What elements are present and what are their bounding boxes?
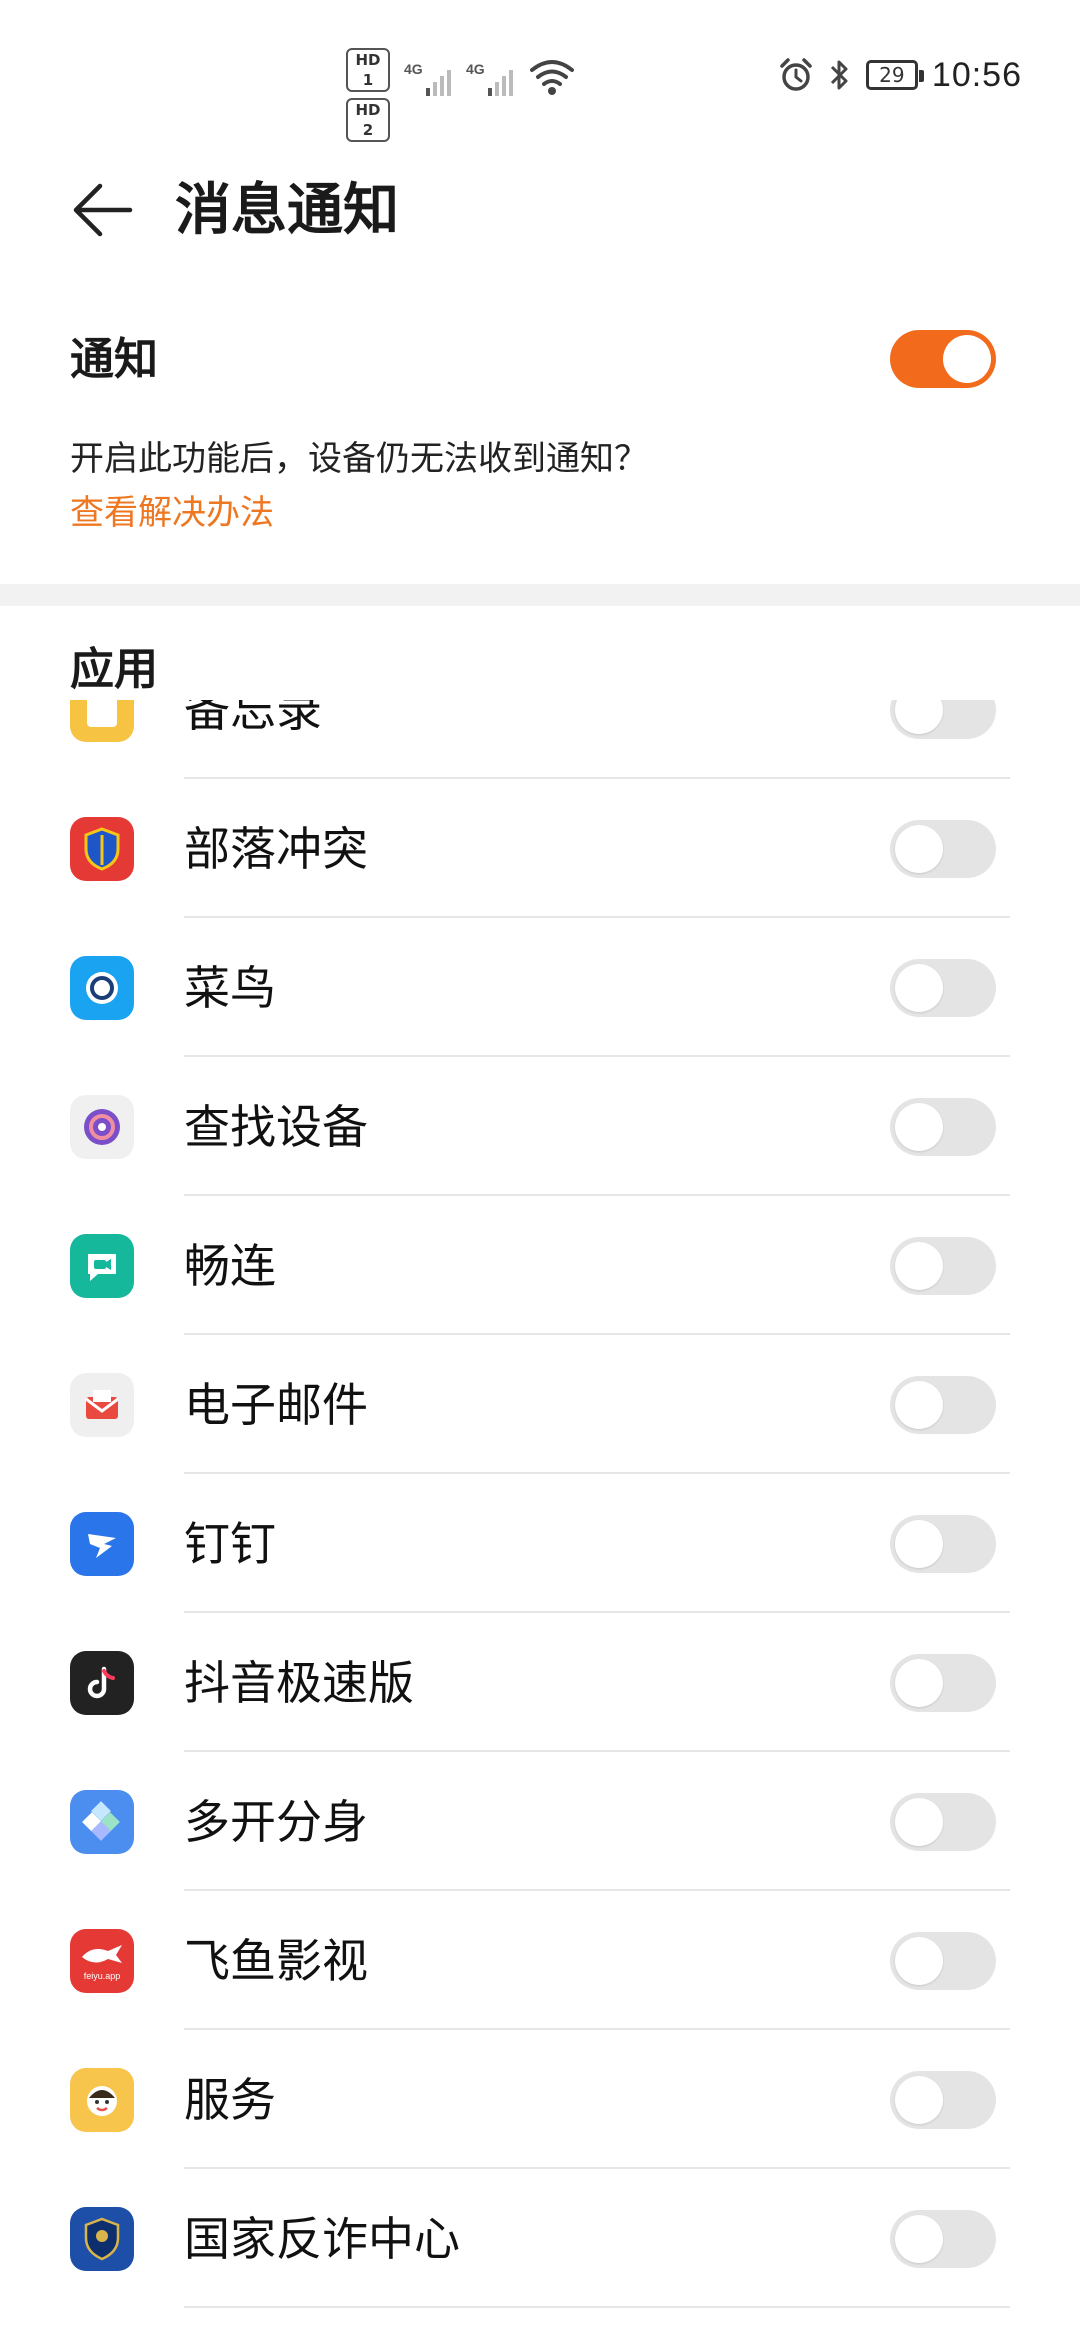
- app-switch[interactable]: [890, 1098, 996, 1156]
- app-name: 部落冲突: [184, 822, 368, 876]
- signal-icon: 4G: [404, 61, 451, 96]
- list-item[interactable]: 电子邮件: [0, 1335, 1080, 1474]
- douyin-lite-icon: [70, 1651, 134, 1715]
- feiyu-video-icon: feiyu.app: [70, 1929, 134, 1993]
- app-switch[interactable]: [890, 1515, 996, 1573]
- switch-knob: [895, 1242, 943, 1290]
- list-item[interactable]: feiyu.app 飞鱼影视: [0, 1891, 1080, 2030]
- list-item[interactable]: 抖音极速版: [0, 1613, 1080, 1752]
- title-bar: 消息通知: [0, 150, 1080, 270]
- section-divider: [0, 584, 1080, 606]
- email-icon: [70, 1373, 134, 1437]
- clash-of-clans-icon: [70, 817, 134, 881]
- notification-label: 通知: [70, 334, 158, 385]
- list-item[interactable]: 查找设备: [0, 1057, 1080, 1196]
- switch-knob: [943, 335, 991, 383]
- cainiao-icon: [70, 956, 134, 1020]
- feiyu-icon-text: feiyu.app: [83, 1971, 121, 1981]
- app-switch[interactable]: [890, 820, 996, 878]
- status-right: 29 10:56: [778, 50, 1022, 100]
- app-switch[interactable]: [890, 1376, 996, 1434]
- signal-icon-2: 4G: [466, 61, 513, 96]
- switch-knob: [895, 1381, 943, 1429]
- switch-knob: [895, 964, 943, 1012]
- app-name: 畅连: [184, 1239, 276, 1293]
- net1-label: 4G: [404, 61, 423, 77]
- app-switch[interactable]: [890, 700, 996, 739]
- notification-toggle-row[interactable]: 通知: [0, 310, 1080, 410]
- app-name: 服务: [184, 2073, 276, 2127]
- battery-icon: 29: [865, 60, 924, 90]
- list-item[interactable]: 菜鸟: [0, 918, 1080, 1057]
- app-switch[interactable]: [890, 959, 996, 1017]
- switch-knob: [895, 1937, 943, 1985]
- wifi-icon: [530, 60, 574, 95]
- app-switch[interactable]: [890, 1932, 996, 1990]
- switch-knob: [895, 1659, 943, 1707]
- dingtalk-icon: [70, 1512, 134, 1576]
- list-item[interactable]: 服务: [0, 2030, 1080, 2169]
- switch-knob: [895, 825, 943, 873]
- help-link[interactable]: 查看解决办法: [70, 490, 274, 536]
- list-item[interactable]: 备忘录: [0, 700, 1080, 779]
- app-name: 多开分身: [184, 1795, 368, 1849]
- app-name: 钉钉: [184, 1517, 276, 1571]
- notification-master-switch[interactable]: [890, 330, 996, 388]
- multi-space-icon: [70, 1790, 134, 1854]
- alarm-icon: [780, 58, 812, 91]
- list-item[interactable]: 国家反诈中心: [0, 2169, 1080, 2308]
- list-item[interactable]: 畅连: [0, 1196, 1080, 1335]
- app-name: 查找设备: [184, 1100, 368, 1154]
- battery-level: 29: [879, 63, 905, 87]
- list-item[interactable]: 多开分身: [0, 1752, 1080, 1891]
- app-name: 电子邮件: [184, 1378, 368, 1432]
- anti-fraud-icon: [70, 2207, 134, 2271]
- app-name: 菜鸟: [184, 961, 276, 1015]
- app-switch[interactable]: [890, 1793, 996, 1851]
- switch-knob: [895, 2076, 943, 2124]
- meetime-icon: [70, 1234, 134, 1298]
- switch-knob: [895, 1103, 943, 1151]
- sim2-hd-badge: HD 2: [346, 98, 390, 142]
- switch-knob: [895, 700, 943, 734]
- app-switch[interactable]: [890, 2071, 996, 2129]
- app-name: 国家反诈中心: [184, 2212, 460, 2266]
- sim1-hd-badge: HD 1: [346, 48, 390, 92]
- find-device-icon: [70, 1095, 134, 1159]
- apps-section-title: 应用: [70, 644, 158, 695]
- app-name: 抖音极速版: [184, 1656, 414, 1710]
- app-name: 备忘录: [184, 700, 322, 737]
- sim-indicators: HD 1 HD 2: [346, 48, 390, 142]
- app-switch[interactable]: [890, 1237, 996, 1295]
- app-switch[interactable]: [890, 1654, 996, 1712]
- app-list[interactable]: 备忘录 部落冲突 菜鸟 查找设备 畅连 电子邮件 钉钉 抖音极速版 多开分身 f…: [0, 700, 1080, 2340]
- app-switch[interactable]: [890, 2210, 996, 2268]
- status-time: 10:56: [931, 55, 1022, 94]
- switch-knob: [895, 1798, 943, 1846]
- memo-icon: [70, 700, 134, 742]
- switch-knob: [895, 2215, 943, 2263]
- list-item[interactable]: 钉钉: [0, 1474, 1080, 1613]
- bluetooth-icon: [830, 60, 848, 90]
- switch-knob: [895, 1520, 943, 1568]
- app-name: 飞鱼影视: [184, 1934, 368, 1988]
- help-text: 开启此功能后，设备仍无法收到通知？: [70, 439, 648, 479]
- status-bar: HD 1 HD 2 4G 4G 29 10:56: [0, 0, 1080, 142]
- row-divider: [184, 2306, 1010, 2308]
- net2-label: 4G: [466, 61, 485, 77]
- service-icon: [70, 2068, 134, 2132]
- back-arrow-icon[interactable]: [70, 178, 134, 242]
- page-title: 消息通知: [175, 178, 399, 243]
- list-item[interactable]: 部落冲突: [0, 779, 1080, 918]
